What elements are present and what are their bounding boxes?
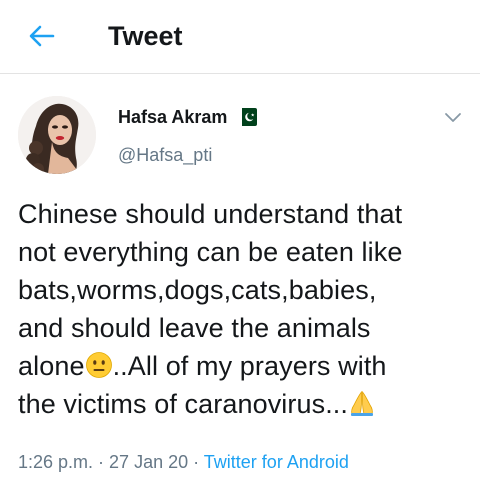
page-title: Tweet: [108, 21, 183, 51]
pakistan-flag-icon: [237, 108, 258, 126]
meta-separator: ·: [93, 452, 110, 472]
tweet-text-segment: alone: [18, 351, 85, 381]
tweet-line: alone ..All of my prayers with: [18, 347, 474, 385]
chevron-down-icon: [445, 113, 461, 122]
tweet-line: and should leave the animals: [18, 313, 371, 343]
top-app-bar: Tweet: [0, 0, 480, 74]
author-name: Hafsa Akram: [118, 107, 228, 127]
tweet-line: bats,worms,dogs,cats,babies,: [18, 275, 377, 305]
tweet-date: 27 Jan 20: [109, 452, 189, 472]
tweet-detail-screen: Tweet Hafsa Akram @Hafsa_pti Chinese sho…: [0, 0, 480, 480]
tweet-line: not everything can be eaten like: [18, 237, 403, 267]
author-handle[interactable]: @Hafsa_pti: [118, 143, 212, 167]
arrow-left-icon: [29, 25, 55, 47]
author-name-row[interactable]: Hafsa Akram: [118, 105, 258, 129]
tweet-time: 1:26 p.m.: [18, 452, 94, 472]
tweet-text-segment: the victims of caranovirus...: [18, 389, 349, 419]
tweet-source-link[interactable]: Twitter for Android: [204, 452, 349, 472]
tweet-line: the victims of caranovirus...: [18, 385, 474, 423]
meta-separator: ·: [188, 452, 204, 472]
tweet-line: Chinese should understand that: [18, 199, 403, 229]
back-button[interactable]: [22, 18, 62, 54]
profile-photo-icon: [18, 96, 96, 174]
tweet-text-segment: ..All of my prayers with: [112, 351, 387, 381]
tweet-menu-button[interactable]: [440, 106, 466, 130]
folded-hands-emoji-icon: [351, 390, 374, 416]
author-avatar[interactable]: [18, 96, 96, 174]
tweet-metadata: 1:26 p.m. · 27 Jan 20 · Twitter for Andr…: [18, 450, 349, 474]
neutral-face-emoji-icon: [85, 352, 112, 378]
tweet-body: Chinese should understand that not every…: [18, 195, 474, 423]
